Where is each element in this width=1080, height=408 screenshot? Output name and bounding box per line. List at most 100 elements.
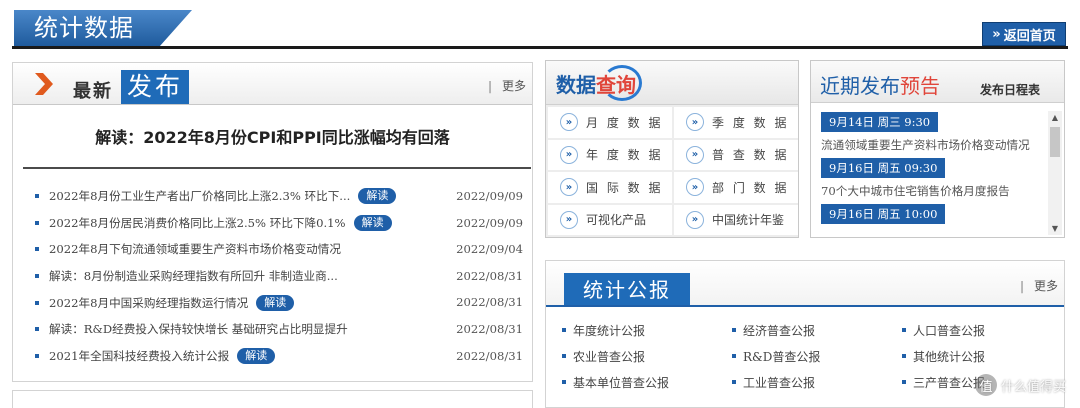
latest-release-header: 最新 发布 | 更多: [13, 63, 532, 105]
release-date-badge: 9月14日 周三 9:30: [821, 112, 939, 132]
upcoming-release-panel: 近期发布预告 发布日程表 9月14日 周三 9:30 流通领域重要生产资料市场价格…: [810, 60, 1065, 238]
latest-title-big: 发布: [121, 70, 190, 104]
news-item[interactable]: 解读：R&D经费投入保持较快增长 基础研究占比明显提升 2022/08/31: [35, 316, 523, 343]
data-query-label: 国 际 数 据: [586, 180, 663, 195]
upcoming-title: 近期发布预告: [820, 70, 940, 99]
scroll-down-icon[interactable]: ▼: [1048, 224, 1062, 233]
more-label: 更多: [501, 79, 526, 93]
release-title[interactable]: 流通领域重要生产资料市场价格变动情况: [821, 136, 1047, 154]
upcoming-scrollbar[interactable]: ▲ ▼: [1048, 111, 1062, 235]
scroll-up-icon[interactable]: ▲: [1048, 113, 1062, 122]
data-query-label: 可视化产品: [586, 213, 647, 228]
data-query-link[interactable]: » 年 度 数 据: [548, 139, 672, 170]
latest-more-link[interactable]: | 更多: [488, 77, 526, 94]
bullet-icon: [902, 380, 906, 384]
data-query-link[interactable]: » 月 度 数 据: [548, 107, 672, 138]
news-title[interactable]: 2022年8月份工业生产者出厂价格同比上涨2.3% 环比下...: [49, 188, 350, 204]
news-title[interactable]: 2022年8月份居民消费价格同比上涨2.5% 环比下降0.1%: [49, 215, 346, 231]
news-date: 2022/08/31: [456, 348, 523, 363]
data-query-link[interactable]: » 中国统计年鉴: [674, 204, 798, 235]
bulletin-item[interactable]: R&D普查公报: [732, 347, 902, 365]
bulletin-item[interactable]: 基本单位普查公报: [562, 373, 732, 391]
back-home-button[interactable]: » 返回首页: [982, 22, 1066, 46]
news-item[interactable]: 2022年8月中国采购经理指数运行情况 解读 2022/08/31: [35, 289, 523, 316]
upcoming-title-part1: 近期发布: [820, 74, 900, 98]
release-date-badge: 9月16日 周五 09:30: [821, 158, 946, 178]
data-query-link[interactable]: » 国 际 数 据: [548, 172, 672, 203]
data-query-label: 季 度 数 据: [712, 115, 789, 130]
scrollbar-thumb[interactable]: [1050, 127, 1060, 157]
bulletin-label: 经济普查公报: [743, 323, 816, 338]
bulletin-title: 统计公报: [564, 273, 690, 307]
data-query-link[interactable]: » 季 度 数 据: [674, 107, 798, 138]
header-divider: [12, 46, 1068, 49]
bulletin-label: 基本单位普查公报: [573, 375, 670, 390]
bullet-icon: [35, 247, 39, 252]
bulletin-item[interactable]: 年度统计公报: [562, 321, 732, 339]
data-query-link[interactable]: » 部 门 数 据: [674, 172, 798, 203]
latest-release-panel: 最新 发布 | 更多 解读：2022年8月份CPI和PPI同比涨幅均有回落 202…: [12, 62, 533, 382]
interpretation-badge[interactable]: 解读: [353, 214, 392, 231]
bullet-icon: [35, 353, 39, 358]
watermark: 值 什么值得买: [974, 374, 1066, 396]
news-date: 2022/09/04: [456, 242, 523, 257]
bullet-icon: [902, 354, 906, 358]
data-query-label: 年 度 数 据: [586, 148, 663, 163]
data-query-label: 普 查 数 据: [712, 148, 789, 163]
news-date: 2022/08/31: [456, 295, 523, 310]
news-title[interactable]: 2021年全国科技经费投入统计公报: [49, 348, 229, 364]
bulletin-label: 农业普查公报: [573, 349, 646, 364]
news-title[interactable]: 解读：R&D经费投入保持较快增长 基础研究占比明显提升: [49, 321, 348, 337]
double-chevron-icon: »: [560, 113, 578, 132]
bullet-icon: [562, 380, 566, 384]
bulletin-more-link[interactable]: | 更多: [1020, 277, 1058, 294]
news-title[interactable]: 2022年8月中国采购经理指数运行情况: [49, 295, 248, 311]
release-date-badge: 9月16日 周五 10:00: [821, 204, 946, 224]
news-title[interactable]: 解读：8月份制造业采购经理指数有所回升 非制造业商...: [49, 268, 338, 284]
bulletin-header: 统计公报 | 更多: [546, 261, 1064, 307]
news-date: 2022/09/09: [456, 215, 523, 230]
news-item[interactable]: 解读：8月份制造业采购经理指数有所回升 非制造业商... 2022/08/31: [35, 263, 523, 290]
release-title[interactable]: 70个大中城市住宅销售价格月度报告: [821, 182, 1047, 200]
orange-arrow-icon: [35, 73, 53, 95]
interpretation-badge[interactable]: 解读: [256, 294, 295, 311]
upcoming-list: 9月14日 周三 9:30 流通领域重要生产资料市场价格变动情况 9月16日 周五 …: [821, 111, 1047, 237]
news-date: 2022/08/31: [456, 268, 523, 283]
interpretation-badge[interactable]: 解读: [358, 188, 397, 205]
double-chevron-icon: »: [560, 145, 578, 164]
bulletin-item[interactable]: 农业普查公报: [562, 347, 732, 365]
bullet-icon: [562, 328, 566, 332]
bulletin-label: 人口普查公报: [913, 323, 986, 338]
release-schedule-link[interactable]: 发布日程表: [980, 81, 1040, 98]
news-item[interactable]: 2022年8月份居民消费价格同比上涨2.5% 环比下降0.1% 解读 2022/09…: [35, 210, 523, 237]
data-query-link[interactable]: » 普 查 数 据: [674, 139, 798, 170]
bulletin-item[interactable]: 其他统计公报: [902, 347, 1062, 365]
bullet-icon: [35, 327, 39, 332]
more-separator: |: [487, 79, 492, 93]
bulletin-item[interactable]: 工业普查公报: [732, 373, 902, 391]
bulletin-label: 其他统计公报: [913, 349, 986, 364]
data-query-title-part2: 查询: [596, 73, 636, 97]
news-item[interactable]: 2022年8月份工业生产者出厂价格同比上涨2.3% 环比下... 解读 2022/0…: [35, 183, 523, 210]
bullet-icon: [35, 274, 39, 279]
headline-divider: [23, 167, 531, 169]
watermark-logo-icon: 值: [974, 374, 997, 396]
double-chevron-icon: »: [686, 210, 704, 229]
interpretation-badge[interactable]: 解读: [237, 347, 276, 364]
bullet-icon: [902, 328, 906, 332]
news-title[interactable]: 2022年8月下旬流通领域重要生产资料市场价格变动情况: [49, 241, 341, 257]
double-chevron-icon: »: [686, 178, 704, 197]
bullet-icon: [732, 380, 736, 384]
bulletin-item[interactable]: 人口普查公报: [902, 321, 1062, 339]
data-query-link[interactable]: » 可视化产品: [548, 204, 672, 235]
data-query-title: 数据查询: [556, 69, 636, 98]
bullet-icon: [35, 220, 39, 225]
news-item[interactable]: 2022年8月下旬流通领域重要生产资料市场价格变动情况 2022/09/04: [35, 236, 523, 263]
headline-link[interactable]: 解读：2022年8月份CPI和PPI同比涨幅均有回落: [13, 124, 532, 148]
bulletin-item[interactable]: 经济普查公报: [732, 321, 902, 339]
data-query-grid: » 月 度 数 据 » 季 度 数 据 » 年 度 数 据 » 普 查 数 据 » 国 际 数 据…: [548, 107, 798, 235]
news-item[interactable]: 2021年全国科技经费投入统计公报 解读 2022/08/31: [35, 343, 523, 370]
more-label: 更多: [1033, 279, 1058, 293]
bullet-icon: [562, 354, 566, 358]
section-title: 统计数据: [34, 14, 134, 42]
